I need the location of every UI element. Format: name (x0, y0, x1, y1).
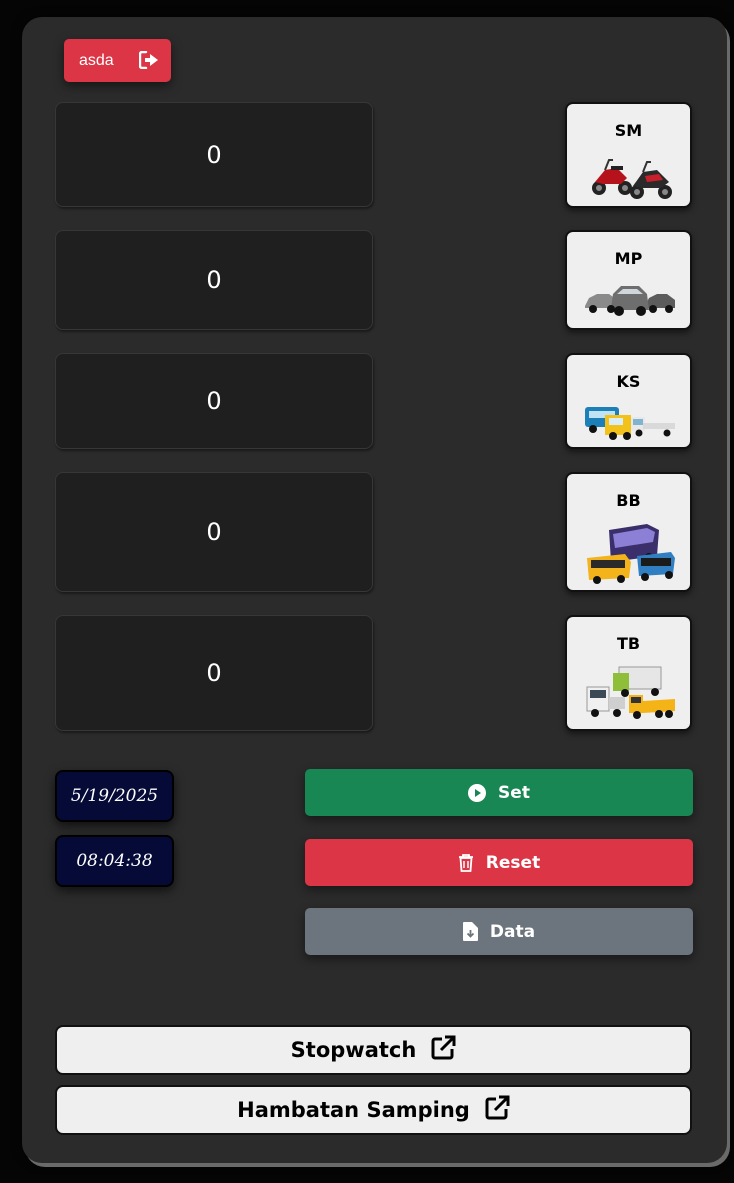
vehicle-button-ks[interactable]: KS (565, 353, 692, 449)
counter-mp: 0 (55, 230, 373, 330)
counter-value: 0 (206, 659, 222, 687)
counter-ks: 0 (55, 353, 373, 449)
motorcycle-image (592, 159, 672, 199)
counter-value: 0 (206, 518, 222, 546)
date-text: 5/19/2025 (70, 786, 159, 806)
counter-value: 0 (206, 266, 222, 294)
file-download-icon (462, 922, 478, 941)
vehicle-label: SM (614, 121, 643, 140)
time-display: 08:04:38 (55, 835, 174, 887)
vehicle-label: MP (614, 249, 643, 268)
set-button[interactable]: Set (305, 769, 693, 816)
counter-value: 0 (206, 387, 222, 415)
reset-label: Reset (485, 852, 541, 873)
username-label: asda (79, 51, 114, 69)
counter-value: 0 (206, 140, 222, 169)
hambatan-samping-link-button[interactable]: Hambatan Samping (55, 1085, 692, 1135)
bus-image (587, 524, 675, 584)
stopwatch-label: Stopwatch (290, 1038, 417, 1062)
heavy-truck-image (586, 666, 675, 719)
set-label: Set (498, 782, 530, 803)
light-truck-image (585, 407, 675, 440)
vehicle-label: TB (616, 634, 641, 653)
counter-bb: 0 (55, 472, 373, 592)
play-circle-icon (468, 783, 487, 802)
stopwatch-link-button[interactable]: Stopwatch (55, 1025, 692, 1075)
reset-button[interactable]: Reset (305, 839, 693, 886)
time-text: 08:04:38 (76, 851, 153, 871)
counter-sm: 0 (55, 102, 373, 207)
date-display: 5/19/2025 (55, 770, 174, 822)
vehicle-button-tb[interactable]: TB (565, 615, 692, 731)
logout-button[interactable]: asda (64, 39, 171, 82)
vehicle-button-sm[interactable]: SM (565, 102, 692, 208)
trash-icon (458, 853, 474, 872)
vehicle-label: KS (616, 372, 641, 391)
counter-tb: 0 (55, 615, 373, 731)
external-link-icon (484, 1095, 510, 1126)
external-link-icon (430, 1035, 456, 1066)
data-button[interactable]: Data (305, 908, 693, 955)
logout-icon (138, 50, 159, 70)
vehicle-button-mp[interactable]: MP (565, 230, 692, 330)
vehicle-button-bb[interactable]: BB (565, 472, 692, 592)
hambatan-samping-label: Hambatan Samping (237, 1098, 470, 1122)
car-image (585, 286, 675, 316)
data-label: Data (489, 921, 536, 942)
vehicle-label: BB (616, 491, 641, 510)
